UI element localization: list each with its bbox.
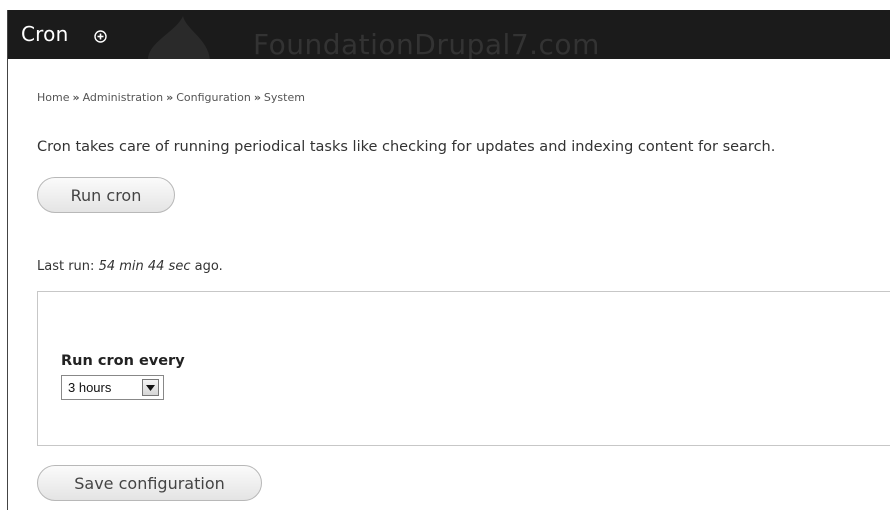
breadcrumb: Home » Administration » Configuration » … [37, 91, 305, 104]
last-run-suffix: ago. [194, 259, 223, 274]
page-border [7, 10, 8, 510]
cron-interval-select[interactable]: 3 hours [61, 375, 164, 400]
breadcrumb-separator: » [166, 91, 174, 104]
last-run-value: 54 min 44 sec [98, 259, 191, 274]
cron-settings-fieldset: Run cron every 3 hours [37, 291, 890, 446]
last-run-status: Last run: 54 min 44 sec ago. [37, 259, 223, 274]
page: Cron FoundationDrupal7.com Home » Admini… [0, 0, 890, 510]
breadcrumb-separator: » [72, 91, 80, 104]
page-header: Cron FoundationDrupal7.com [8, 10, 890, 59]
watermark: FoundationDrupal7.com [253, 28, 600, 59]
breadcrumb-home[interactable]: Home [37, 91, 69, 104]
drupal-drop-icon [148, 16, 210, 59]
breadcrumb-administration[interactable]: Administration [83, 91, 164, 104]
last-run-label: Last run: [37, 259, 95, 274]
chevron-down-icon[interactable] [142, 379, 159, 396]
run-cron-button[interactable]: Run cron [37, 177, 175, 213]
page-title: Cron [21, 22, 69, 46]
run-cron-every-label: Run cron every [61, 353, 185, 369]
breadcrumb-system[interactable]: System [264, 91, 305, 104]
add-shortcut-icon[interactable] [94, 30, 107, 43]
save-configuration-button[interactable]: Save configuration [37, 465, 262, 501]
cron-interval-value: 3 hours [68, 380, 112, 395]
breadcrumb-configuration[interactable]: Configuration [176, 91, 251, 104]
page-description: Cron takes care of running periodical ta… [37, 139, 776, 155]
breadcrumb-separator: » [253, 91, 261, 104]
